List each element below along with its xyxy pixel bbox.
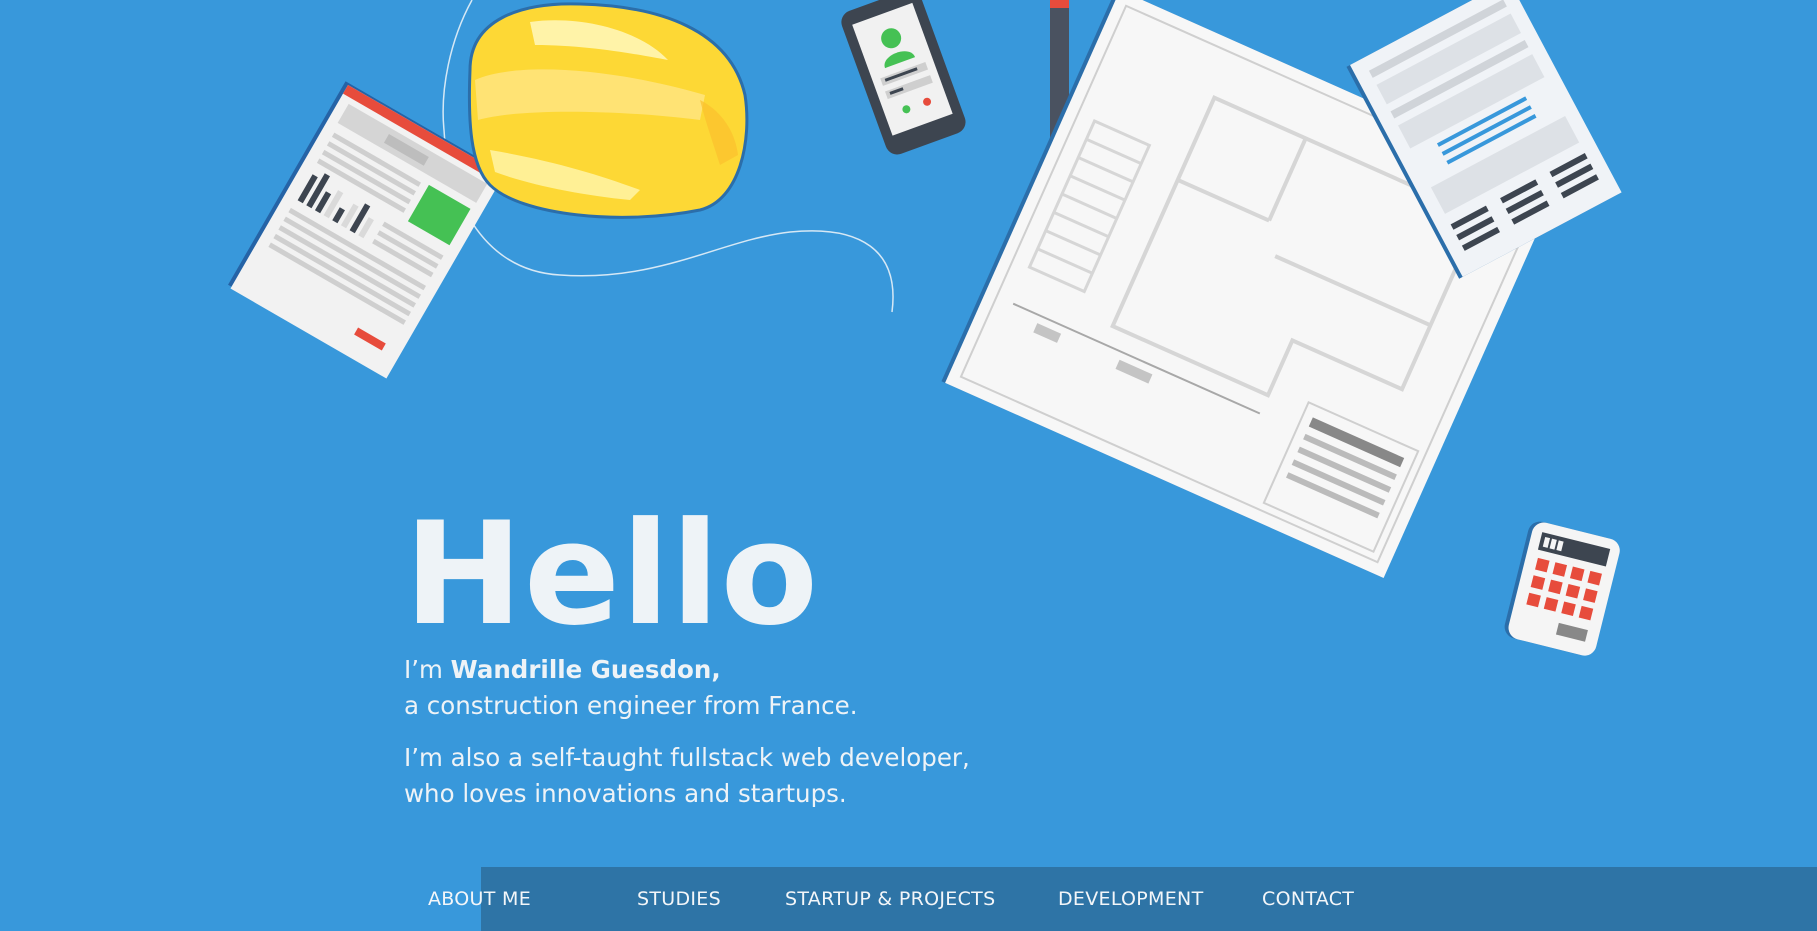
intro-line-2: a construction engineer from France. [404,691,858,720]
intro-line-4: who loves innovations and startups. [404,779,847,808]
hero-title: Hello [404,492,820,657]
nav-item-development[interactable]: DEVELOPMENT [1058,888,1203,910]
intro-line-1: I’m Wandrille Guesdon, [404,652,1104,688]
intro-line-3: I’m also a self-taught fullstack web dev… [404,743,970,772]
smartphone-icon [841,0,966,155]
nav-item-about-me[interactable]: ABOUT ME [428,888,531,910]
hard-hat-icon [467,2,749,219]
calculator-icon [1504,521,1620,656]
report-document-icon [228,81,504,379]
hero-intro: I’m Wandrille Guesdon, a construction en… [404,652,1104,812]
nav-item-contact[interactable]: CONTACT [1262,888,1354,910]
intro-prefix: I’m [404,655,451,684]
author-name: Wandrille Guesdon, [450,655,721,684]
nav-item-startup-projects[interactable]: STARTUP & PROJECTS [785,888,995,910]
nav-item-studies[interactable]: STUDIES [637,888,721,910]
